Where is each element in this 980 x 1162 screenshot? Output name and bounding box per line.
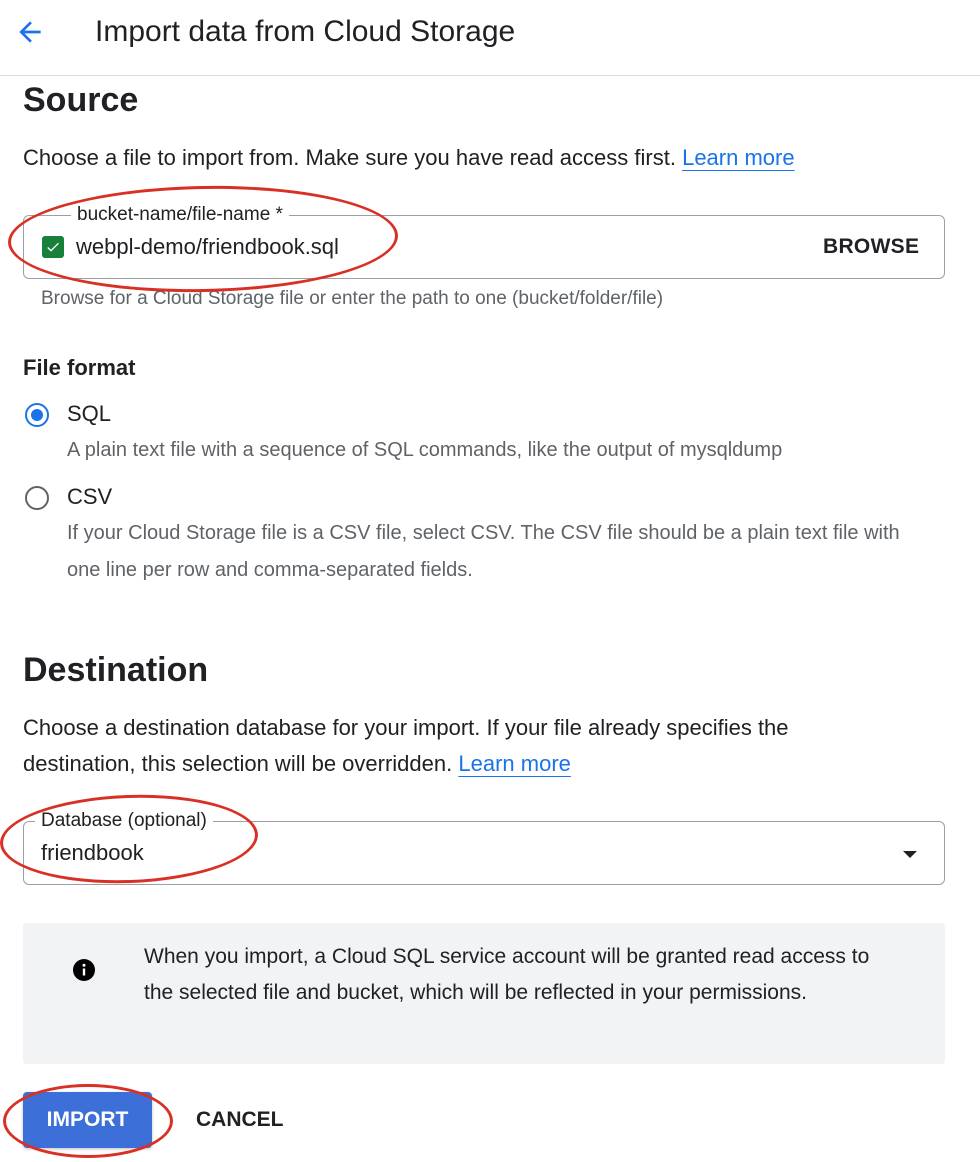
info-icon [72,958,96,982]
file-path-hint: Browse for a Cloud Storage file or enter… [41,288,664,309]
csv-radio-label[interactable]: CSV [67,483,112,511]
csv-radio[interactable] [25,486,49,510]
arrow-drop-down-icon[interactable] [898,842,922,866]
cancel-button[interactable]: CANCEL [176,1092,304,1148]
source-learn-more-link[interactable]: Learn more [682,145,795,170]
database-label: Database (optional) [35,810,213,832]
source-description-text: Choose a file to import from. Make sure … [23,145,676,170]
csv-radio-description: If your Cloud Storage file is a CSV file… [67,522,900,581]
page-title: Import data from Cloud Storage [95,15,516,48]
import-button[interactable]: IMPORT [23,1092,152,1148]
destination-heading: Destination [23,651,209,689]
file-path-label: bucket-name/file-name * [71,204,289,226]
destination-learn-more-link[interactable]: Learn more [458,751,571,776]
sql-radio-description: A plain text file with a sequence of SQL… [67,439,783,461]
sql-radio-label[interactable]: SQL [67,400,111,428]
source-heading: Source [23,81,139,119]
arrow-back-icon[interactable] [10,12,50,52]
info-text: When you import, a Cloud SQL service acc… [144,945,870,1004]
check-box-icon [42,236,64,258]
sql-radio[interactable] [25,403,49,427]
database-value[interactable]: friendbook [41,838,144,868]
destination-description: Choose a destination database for your i… [23,710,883,782]
file-format-label: File format [23,355,136,380]
source-description: Choose a file to import from. Make sure … [23,140,963,176]
file-path-value[interactable]: webpl-demo/friendbook.sql [76,232,339,262]
destination-description-text: Choose a destination database for your i… [23,715,789,776]
browse-button[interactable]: BROWSE [823,235,919,259]
